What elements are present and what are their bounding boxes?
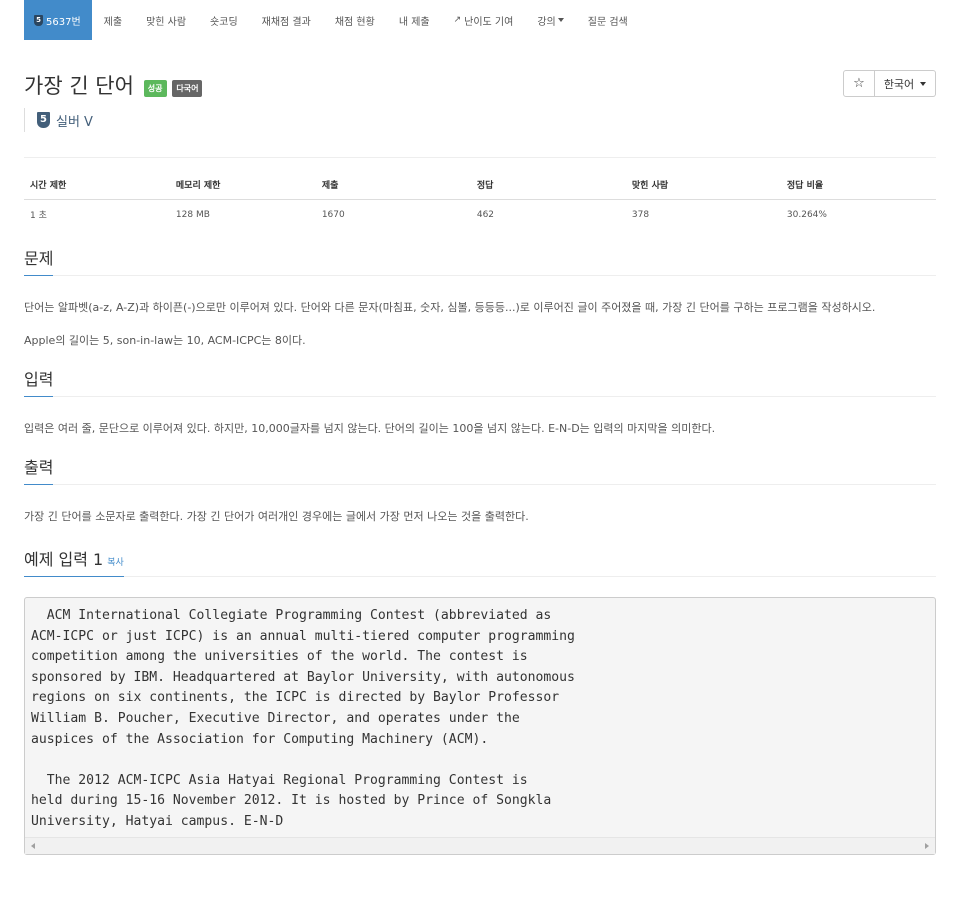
info-value-row: 1 초 128 MB 1670 462 378 30.264% <box>24 200 936 222</box>
caret-down-icon <box>557 18 564 22</box>
nav-lectures-dropdown[interactable]: 강의 <box>525 0 575 40</box>
nav-problem-number[interactable]: 5 5637번 <box>24 0 92 40</box>
nav-solved-users[interactable]: 맞힌 사람 <box>134 0 198 40</box>
title-actions: ☆ 한국어 <box>843 70 936 97</box>
header-time-limit: 시간 제한 <box>24 178 170 200</box>
sample-input-box[interactable]: ACM International Collegiate Programming… <box>24 597 936 855</box>
output-paragraph: 가장 긴 단어를 소문자로 출력한다. 가장 긴 단어가 여러개인 경우에는 글… <box>24 510 529 523</box>
nav-rejudge-results[interactable]: 재채점 결과 <box>250 0 323 40</box>
header-accepted: 정답 <box>470 178 626 200</box>
problem-info-table: 시간 제한 메모리 제한 제출 정답 맞힌 사람 정답 비율 1 초 128 M… <box>24 178 936 221</box>
nav-lectures-label: 강의 <box>537 16 556 28</box>
tier-text: 실버 V <box>56 114 93 130</box>
scroll-left-arrow-icon[interactable] <box>31 843 35 849</box>
nav-question-search[interactable]: 질문 검색 <box>576 0 640 40</box>
input-heading: 입력 <box>24 366 936 397</box>
page: 5 5637번 제출 맞힌 사람 숏코딩 재채점 결과 채점 현황 내 제출 ↗… <box>0 0 968 913</box>
description-paragraph-1: 단어는 알파벳(a-z, A-Z)과 하이픈(-)으로만 이루어져 있다. 단어… <box>24 301 876 314</box>
info-header-row: 시간 제한 메모리 제한 제출 정답 맞힌 사람 정답 비율 <box>24 178 936 200</box>
language-label: 한국어 <box>883 77 915 91</box>
nav-short-coding[interactable]: 숏코딩 <box>198 0 250 40</box>
title-row: 가장 긴 단어 성공 다국어 ☆ 한국어 <box>24 70 936 100</box>
value-accept-ratio: 30.264% <box>786 209 827 220</box>
description-heading: 문제 <box>24 245 936 276</box>
copy-button[interactable]: 복사 <box>107 558 124 568</box>
nav-judge-status[interactable]: 채점 현황 <box>323 0 387 40</box>
sample-input-title: 예제 입력 1 <box>24 550 104 569</box>
star-button[interactable]: ☆ <box>843 70 875 97</box>
description-paragraph-2: Apple의 길이는 5, son-in-law는 10, ACM-ICPC는 … <box>24 334 306 347</box>
value-solved-users: 378 <box>631 209 650 220</box>
status-badge-success: 성공 <box>143 79 167 97</box>
header-submissions: 제출 <box>315 178 471 200</box>
caret-down-icon <box>920 81 927 86</box>
star-icon: ☆ <box>853 76 865 91</box>
value-accepted: 462 <box>476 209 495 220</box>
page-title: 가장 긴 단어 <box>24 74 134 98</box>
nav-my-submissions[interactable]: 내 제출 <box>387 0 442 40</box>
tier-badge-icon: 5 <box>37 112 50 128</box>
header-memory-limit: 메모리 제한 <box>169 178 316 200</box>
output-heading: 출력 <box>24 454 936 485</box>
section-title-input: 입력 <box>24 366 54 397</box>
value-submissions: 1670 <box>321 209 345 220</box>
language-dropdown[interactable]: 한국어 <box>875 70 936 97</box>
value-memory-limit: 128 MB <box>175 209 210 220</box>
horizontal-scrollbar[interactable] <box>25 837 935 854</box>
nav-difficulty-label: 난이도 기여 <box>464 16 514 28</box>
input-paragraph: 입력은 여러 줄, 문단으로 이루어져 있다. 하지만, 10,000글자를 넘… <box>24 422 716 435</box>
nav-submit[interactable]: 제출 <box>92 0 134 40</box>
header-solved-users: 맞힌 사람 <box>625 178 781 200</box>
tier-badge-icon: 5 <box>34 14 43 26</box>
divider <box>24 157 936 158</box>
status-badge-multilang: 다국어 <box>172 79 203 97</box>
section-title-output: 출력 <box>24 454 54 485</box>
header-accept-ratio: 정답 비율 <box>780 178 936 200</box>
value-time-limit: 1 초 <box>30 211 47 221</box>
external-link-icon: ↗ <box>453 15 462 25</box>
sample-input-heading: 예제 입력 1 복사 <box>24 546 936 577</box>
scroll-right-arrow-icon[interactable] <box>925 843 929 849</box>
sample-input-text: ACM International Collegiate Programming… <box>31 608 575 829</box>
nav-problem-label: 5637번 <box>46 16 81 28</box>
nav-difficulty-contribution[interactable]: ↗ 난이도 기여 <box>442 0 526 40</box>
problem-nav: 5 5637번 제출 맞힌 사람 숏코딩 재채점 결과 채점 현황 내 제출 ↗… <box>24 0 936 40</box>
problem-tier: 5 실버 V <box>24 108 936 132</box>
section-title-sample-input: 예제 입력 1 복사 <box>24 546 124 577</box>
section-title-description: 문제 <box>24 245 54 276</box>
